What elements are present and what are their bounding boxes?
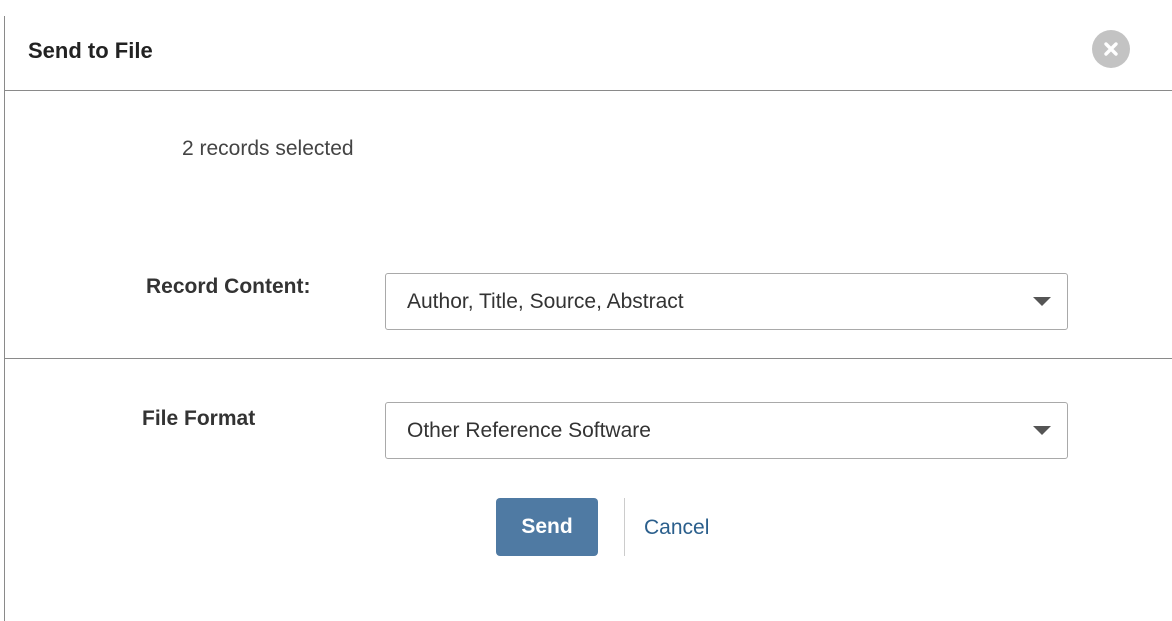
record-content-select[interactable]: Author, Title, Source, Abstract bbox=[385, 273, 1068, 330]
file-format-value: Other Reference Software bbox=[407, 419, 651, 442]
file-format-select[interactable]: Other Reference Software bbox=[385, 402, 1068, 459]
close-button[interactable] bbox=[1092, 30, 1130, 68]
send-to-file-dialog: Send to File 2 records selected Record C… bbox=[4, 16, 1172, 621]
send-button[interactable]: Send bbox=[496, 498, 598, 556]
record-content-label: Record Content: bbox=[146, 275, 311, 298]
dialog-title: Send to File bbox=[28, 38, 153, 63]
file-format-label: File Format bbox=[142, 407, 256, 430]
record-content-value: Author, Title, Source, Abstract bbox=[407, 290, 684, 313]
button-separator bbox=[624, 498, 625, 556]
chevron-down-icon bbox=[1033, 297, 1051, 306]
section-divider bbox=[5, 358, 1172, 359]
close-icon bbox=[1104, 42, 1118, 56]
dialog-header: Send to File bbox=[5, 16, 1172, 91]
records-selected-count: 2 records selected bbox=[182, 137, 354, 160]
chevron-down-icon bbox=[1033, 426, 1051, 435]
cancel-link[interactable]: Cancel bbox=[644, 516, 709, 540]
